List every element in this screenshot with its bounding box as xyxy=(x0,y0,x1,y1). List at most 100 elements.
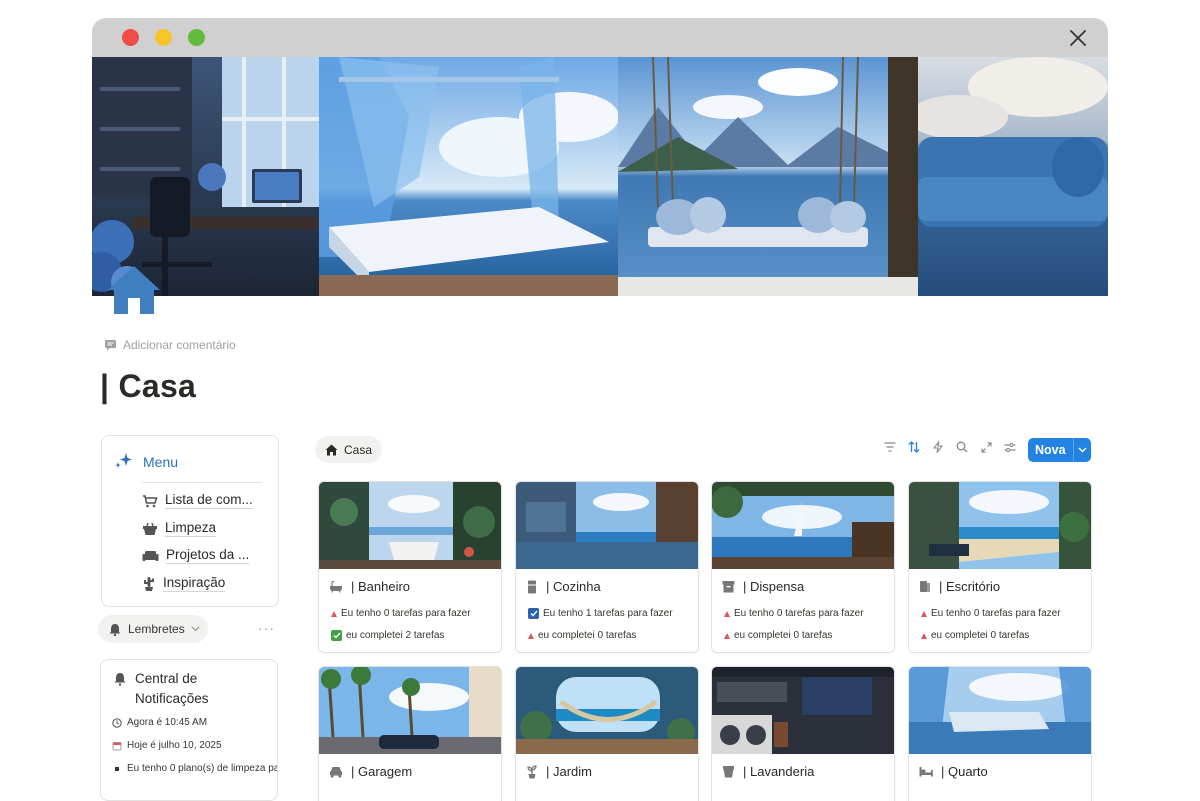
reminders-toggle[interactable]: Lembretes xyxy=(98,615,208,643)
title-bar xyxy=(92,18,1108,57)
zoom-window-button[interactable] xyxy=(188,29,205,46)
bathtub-icon xyxy=(330,580,342,593)
tasks-pending-line: Eu tenho 0 tarefas para fazer xyxy=(724,608,864,619)
sliders-icon xyxy=(1004,442,1016,452)
bell-icon xyxy=(114,673,126,686)
calendar-icon xyxy=(112,741,122,750)
books-icon xyxy=(920,581,930,592)
card-cover-image xyxy=(319,482,501,569)
card-line-text: eu completei 0 tarefas xyxy=(931,630,1030,641)
menu-item-label: Inspiração xyxy=(163,575,226,592)
tasks-completed-line: eu completei 0 tarefas xyxy=(724,630,832,641)
notification-center-card: Central de Notificações Agora é 10:45 AM… xyxy=(100,659,278,801)
card-title-label: | Lavanderia xyxy=(743,764,815,779)
lightning-icon xyxy=(933,441,943,453)
room-card-garagem[interactable]: | Garagem xyxy=(318,666,502,801)
triangle-up-icon xyxy=(528,632,534,639)
washer-icon xyxy=(723,766,734,778)
triangle-up-icon xyxy=(921,610,927,617)
menu-item-label: Projetos da ... xyxy=(166,547,250,564)
notification-center-header: Central de Notificações xyxy=(113,669,225,709)
clock-icon xyxy=(112,717,122,728)
card-title: | Cozinha xyxy=(526,579,601,594)
triangle-up-icon xyxy=(331,610,337,617)
card-title: | Lavanderia xyxy=(722,764,814,779)
tasks-completed-line: eu completei 0 tarefas xyxy=(528,630,636,641)
new-button[interactable]: Nova xyxy=(1028,438,1091,462)
room-card-escritorio[interactable]: | Escritório Eu tenho 0 tarefas para faz… xyxy=(908,481,1092,653)
new-button-dropdown[interactable] xyxy=(1074,447,1091,453)
box-icon xyxy=(722,581,735,593)
close-icon[interactable] xyxy=(1068,28,1088,48)
page-title: | Casa xyxy=(100,368,197,404)
card-title: | Dispensa xyxy=(722,579,804,594)
card-title: | Quarto xyxy=(919,764,988,779)
close-window-button[interactable] xyxy=(122,29,139,46)
app-window: Adicionar comentário | Casa Menu Lista d… xyxy=(92,18,1108,801)
card-line-text: eu completei 2 tarefas xyxy=(346,630,445,641)
breadcrumb-label: Casa xyxy=(344,442,373,457)
card-line-text: Eu tenho 1 tarefas para fazer xyxy=(543,608,673,619)
cover-sofa-water xyxy=(918,57,1108,296)
tasks-completed-line: eu completei 2 tarefas xyxy=(331,630,444,641)
board-toolbar xyxy=(882,439,1018,455)
more-options-button[interactable]: ··· xyxy=(258,620,275,636)
card-title-label: | Escritório xyxy=(939,579,1001,594)
card-title-label: | Quarto xyxy=(941,764,988,779)
new-button-label: Nova xyxy=(1035,443,1066,457)
menu-item-lista-de-compras[interactable]: Lista de com... xyxy=(142,492,253,509)
checkbox-icon xyxy=(528,608,539,619)
basket-icon xyxy=(143,522,157,535)
chevron-down-icon xyxy=(1078,447,1087,453)
menu-header[interactable]: Menu xyxy=(114,452,178,471)
triangle-up-icon xyxy=(724,632,730,639)
settings-button[interactable] xyxy=(1002,439,1018,455)
bell-icon xyxy=(109,623,121,636)
card-cover-image xyxy=(516,667,698,754)
cover-image xyxy=(92,57,1108,296)
notification-row: Agora é 10:45 AM xyxy=(112,717,207,728)
cactus-icon xyxy=(144,576,154,591)
room-card-dispensa[interactable]: | Dispensa Eu tenho 0 tarefas para fazer… xyxy=(711,481,895,653)
notification-text: Hoje é julho 10, 2025 xyxy=(127,740,222,751)
card-title-label: | Banheiro xyxy=(351,579,411,594)
notification-text: Eu tenho 0 plano(s) de limpeza pa xyxy=(127,763,278,774)
card-line-text: eu completei 0 tarefas xyxy=(538,630,637,641)
car-icon xyxy=(330,766,342,777)
room-card-banheiro[interactable]: | Banheiro Eu tenho 0 tarefas para fazer… xyxy=(318,481,502,653)
menu-item-label: Lista de com... xyxy=(165,492,253,509)
search-button[interactable] xyxy=(954,439,970,455)
filter-button[interactable] xyxy=(882,439,898,455)
bed-icon xyxy=(919,767,933,777)
card-title: | Banheiro xyxy=(329,579,410,594)
menu-divider xyxy=(142,482,262,483)
menu-item-projetos[interactable]: Projetos da ... xyxy=(142,547,250,564)
sparkles-icon xyxy=(115,453,132,468)
menu-item-limpeza[interactable]: Limpeza xyxy=(142,520,217,537)
sort-button[interactable] xyxy=(906,439,922,455)
home-icon xyxy=(325,444,338,455)
notification-text: Agora é 10:45 AM xyxy=(127,717,208,728)
room-card-quarto[interactable]: | Quarto xyxy=(908,666,1092,801)
expand-icon xyxy=(980,441,992,453)
home-icon xyxy=(108,266,160,314)
card-cover-image xyxy=(516,482,698,569)
sort-icon xyxy=(908,441,920,453)
expand-button[interactable] xyxy=(978,439,994,455)
room-card-jardim[interactable]: | Jardim xyxy=(515,666,699,801)
card-cover-image xyxy=(712,482,894,569)
board-breadcrumb[interactable]: Casa xyxy=(315,436,383,463)
automation-button[interactable] xyxy=(930,439,946,455)
card-title-label: | Dispensa xyxy=(743,579,805,594)
card-cover-image xyxy=(909,667,1091,754)
room-card-cozinha[interactable]: | Cozinha Eu tenho 1 tarefas para fazer … xyxy=(515,481,699,653)
chevron-down-icon xyxy=(191,626,200,632)
menu-item-inspiracao[interactable]: Inspiração xyxy=(142,575,226,592)
card-cover-image xyxy=(909,482,1091,569)
minimize-window-button[interactable] xyxy=(155,29,172,46)
notification-row: Eu tenho 0 plano(s) de limpeza pa xyxy=(112,763,278,774)
cover-study-room xyxy=(92,57,319,296)
menu-title: Menu xyxy=(143,453,179,470)
room-card-lavanderia[interactable]: | Lavanderia xyxy=(711,666,895,801)
add-comment-button[interactable]: Adicionar comentário xyxy=(104,338,236,352)
